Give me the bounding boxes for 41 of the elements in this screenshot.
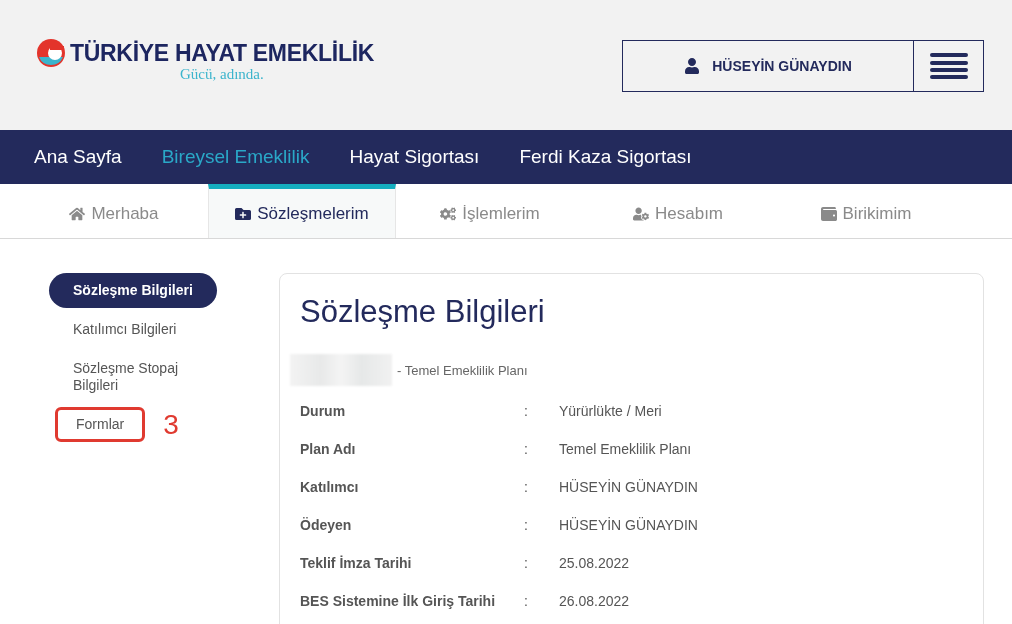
folder-plus-icon bbox=[235, 205, 252, 222]
nav-link[interactable]: Hayat Sigortası bbox=[349, 146, 480, 168]
field-label: Ödeyen bbox=[300, 517, 353, 533]
wallet-icon bbox=[820, 205, 837, 222]
nav-link[interactable]: Ana Sayfa bbox=[34, 146, 122, 168]
logo-icon bbox=[36, 38, 66, 68]
tab[interactable]: Sözleşmelerim bbox=[208, 184, 396, 238]
nav-link[interactable]: Ferdi Kaza Sigortası bbox=[519, 146, 692, 168]
annotation-number: 3 bbox=[163, 408, 179, 441]
gears-icon bbox=[440, 205, 457, 222]
separator: : bbox=[524, 517, 529, 533]
field-label: Katılımcı bbox=[300, 479, 360, 495]
home-icon bbox=[69, 205, 86, 222]
sidebar-item[interactable]: Katılımcı Bilgileri bbox=[49, 312, 201, 347]
field-value: 25.08.2022 bbox=[559, 555, 631, 571]
sidebar-item[interactable]: Sözleşme Stopaj Bilgileri bbox=[49, 351, 244, 403]
field-value: 26.08.2022 bbox=[559, 593, 631, 609]
card-title: Sözleşme Bilgileri bbox=[300, 294, 546, 330]
field-value: HÜSEYİN GÜNAYDIN bbox=[559, 517, 699, 533]
annotated-sidebar-item[interactable]: Formlar bbox=[55, 407, 146, 442]
tab[interactable]: Hesabım bbox=[584, 184, 772, 238]
menu-icon bbox=[929, 52, 968, 80]
field-label: Durum bbox=[300, 403, 347, 419]
user-gear-icon bbox=[633, 205, 649, 222]
plan-subtitle: - Temel Emeklilik Planı bbox=[397, 362, 528, 378]
nav-link[interactable]: Bireysel Emeklilik bbox=[161, 146, 310, 168]
field-value: HÜSEYİN GÜNAYDIN bbox=[559, 479, 699, 495]
separator: : bbox=[524, 441, 529, 457]
logo-slogan: Gücü, adında. bbox=[180, 66, 264, 83]
field-label: BES Sistemine İlk Giriş Tarihi bbox=[300, 593, 497, 609]
separator: : bbox=[524, 555, 529, 571]
field-label: Teklif İmza Tarihi bbox=[300, 555, 413, 571]
separator: : bbox=[524, 479, 529, 495]
field-label: Plan Adı bbox=[300, 441, 357, 457]
user-icon bbox=[684, 58, 701, 74]
field-value: Temel Emeklilik Planı bbox=[559, 441, 693, 457]
field-value: Yürürlükte / Meri bbox=[559, 403, 663, 419]
separator: : bbox=[524, 403, 529, 419]
separator: : bbox=[524, 593, 529, 609]
logo-text: TÜRKİYE HAYAT EMEKLİLİK bbox=[70, 39, 375, 67]
sidebar-item[interactable]: Sözleşme Bilgileri bbox=[49, 273, 217, 308]
